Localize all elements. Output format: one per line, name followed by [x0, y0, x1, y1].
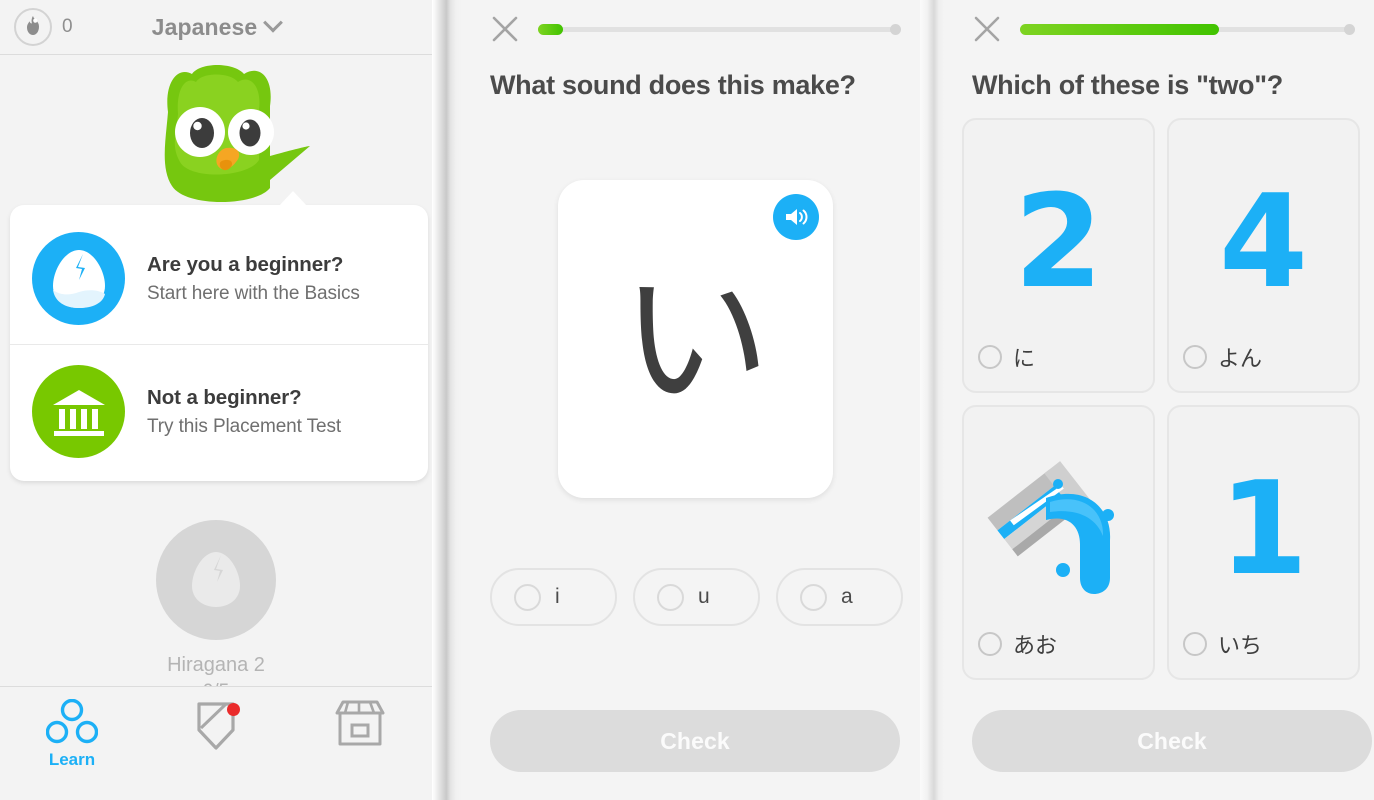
beginner-option-placement[interactable]: Not a beginner? Try this Placement Test — [10, 344, 428, 467]
learn-circles-icon — [46, 699, 98, 744]
placement-option-subtitle: Try this Placement Test — [147, 415, 342, 437]
radio-icon — [800, 583, 827, 611]
check-button[interactable]: Check — [972, 710, 1372, 772]
character-card[interactable]: い — [558, 180, 833, 498]
choice-label: あお — [1013, 634, 1058, 659]
choice-card-ichi[interactable]: 1 いち — [1167, 405, 1360, 680]
lesson-progress-bar — [1020, 24, 1355, 35]
cracked-egg-icon — [32, 232, 125, 325]
choice-grid: 2 に 4 よん あお 1 いち — [962, 118, 1360, 680]
speaker-glyph — [786, 209, 808, 225]
shop-icon — [335, 700, 385, 746]
radio-icon — [1183, 345, 1207, 369]
radio-icon — [978, 345, 1002, 369]
radio-icon — [1183, 632, 1207, 656]
radio-icon — [978, 632, 1002, 656]
choice-footer: よん — [1183, 341, 1262, 373]
lesson-topbar — [944, 0, 1374, 44]
choice-label: に — [1013, 347, 1036, 372]
close-x-icon[interactable] — [490, 14, 520, 44]
answer-option-label: u — [698, 585, 710, 608]
lesson-progress-bar — [538, 24, 901, 35]
choice-number: 1 — [1218, 455, 1309, 604]
progress-track — [538, 27, 898, 32]
lesson-panel-choice: Which of these is "two"? 2 に 4 よん あお 1 い… — [944, 0, 1374, 800]
character-glyph: い — [620, 254, 771, 428]
lesson-panel-sound: What sound does this make? い i u a Check — [462, 0, 920, 800]
answer-option-label: i — [555, 585, 560, 608]
progress-fill — [538, 24, 564, 35]
progress-fill — [1020, 24, 1220, 35]
home-header: 0 Japanese — [0, 0, 432, 55]
answer-option-i[interactable]: i — [490, 568, 617, 626]
choice-label: よん — [1218, 347, 1263, 372]
choice-number: 4 — [1218, 168, 1309, 317]
progress-end-dot — [890, 24, 901, 35]
tab-learn[interactable]: Learn — [12, 699, 132, 770]
choice-art — [964, 445, 1153, 615]
choice-card-ao[interactable]: あお — [962, 405, 1155, 680]
speaker-icon[interactable] — [773, 194, 819, 240]
flame-icon — [14, 8, 52, 46]
home-panel: 0 Japanese Are you a beginner? Start her… — [0, 0, 432, 800]
bottom-tabbar: Learn — [0, 686, 432, 800]
choice-art: 4 — [1169, 158, 1358, 328]
tab-shop[interactable] — [300, 699, 420, 749]
choice-card-ni[interactable]: 2 に — [962, 118, 1155, 393]
choice-label: いち — [1218, 634, 1263, 659]
cracked-egg-glyph — [192, 552, 240, 607]
panel-divider-1 — [432, 0, 462, 800]
radio-icon — [514, 583, 541, 611]
skill-name: Hiragana 2 — [167, 654, 265, 676]
answer-option-label: a — [841, 585, 853, 608]
bank-building-icon — [32, 365, 125, 458]
check-button[interactable]: Check — [490, 710, 900, 772]
beginner-option-title: Are you a beginner? — [147, 252, 344, 276]
radio-icon — [657, 583, 684, 611]
language-label: Japanese — [151, 13, 258, 40]
placement-option-title: Not a beginner? — [147, 385, 302, 409]
panel-divider-2 — [920, 0, 944, 800]
cracked-egg-glyph — [52, 249, 105, 308]
choice-footer: いち — [1183, 628, 1262, 660]
flame-icon-glyph — [27, 16, 39, 35]
answer-options: i u a — [490, 568, 903, 626]
beginner-option-subtitle: Start here with the Basics — [147, 282, 360, 304]
app-screenshot: 0 Japanese Are you a beginner? Start her… — [0, 0, 1374, 800]
bank-building-glyph — [52, 389, 105, 436]
choice-footer: に — [978, 341, 1035, 373]
beginner-option-basics[interactable]: Are you a beginner? Start here with the … — [10, 223, 428, 334]
paintbrush-blue-icon — [987, 461, 1114, 594]
streak-indicator[interactable]: 0 — [14, 8, 73, 46]
question-prompt: What sound does this make? — [490, 70, 856, 100]
beginner-option-text: Are you a beginner? Start here with the … — [147, 253, 360, 305]
answer-option-a[interactable]: a — [776, 568, 903, 626]
owl-glyph — [164, 65, 310, 202]
duolingo-owl-icon — [138, 60, 313, 210]
language-selector[interactable]: Japanese — [101, 12, 331, 41]
notification-badge-dot — [227, 703, 240, 716]
choice-art: 2 — [964, 158, 1153, 328]
placement-option-text: Not a beginner? Try this Placement Test — [147, 386, 341, 438]
progress-end-dot — [1344, 24, 1355, 35]
choice-footer: あお — [978, 628, 1057, 660]
chevron-down-icon — [263, 12, 284, 33]
streak-count: 0 — [62, 16, 73, 37]
tab-learn-label: Learn — [48, 750, 96, 769]
choice-art: 1 — [1169, 445, 1358, 615]
question-prompt: Which of these is "two"? — [972, 70, 1283, 100]
answer-option-u[interactable]: u — [633, 568, 760, 626]
beginner-card: Are you a beginner? Start here with the … — [10, 191, 428, 481]
skill-hiragana-2[interactable]: Hiragana 2 0/5 — [0, 520, 432, 703]
lesson-topbar — [462, 0, 920, 44]
close-x-icon[interactable] — [972, 14, 1002, 44]
choice-number: 2 — [1013, 168, 1104, 317]
skill-icon-cracked-egg — [156, 520, 276, 640]
choice-card-yon[interactable]: 4 よん — [1167, 118, 1360, 393]
tab-achievements[interactable] — [156, 699, 276, 753]
card-pointer — [278, 191, 308, 207]
